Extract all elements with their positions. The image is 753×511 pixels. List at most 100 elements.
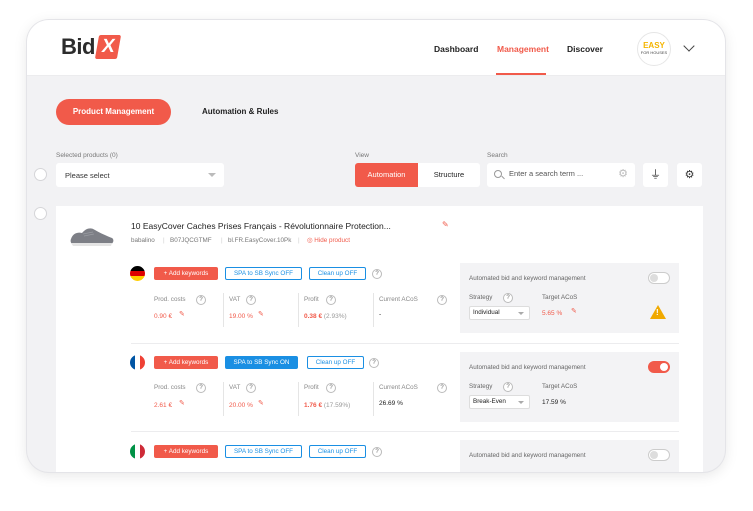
- app-window: Bid X Dashboard Management Discover EASY …: [27, 20, 725, 472]
- edit-pencil-icon[interactable]: ✎: [179, 399, 185, 407]
- filter-button[interactable]: ⏚: [643, 163, 668, 187]
- logo-mark: X: [94, 35, 122, 59]
- view-label: View: [355, 152, 369, 159]
- help-icon[interactable]: ?: [372, 269, 382, 279]
- bidx-logo[interactable]: Bid X: [61, 34, 122, 60]
- profit-percent: (17.59%): [323, 402, 351, 409]
- current-acos-value: 26.69 %: [379, 400, 403, 407]
- select-all-radio[interactable]: [34, 168, 47, 181]
- spa-sync-toggle[interactable]: SPA to SB Sync ON: [225, 356, 298, 369]
- divider: [223, 382, 224, 416]
- settings-button[interactable]: ⚙: [677, 163, 702, 187]
- profit-label: Profit: [304, 384, 319, 391]
- help-icon[interactable]: ?: [246, 295, 256, 305]
- profit-value: 0.38 € (2.93%): [304, 313, 347, 320]
- current-acos-label: Current ACoS: [379, 384, 418, 391]
- add-keywords-button[interactable]: + Add keywords: [154, 356, 218, 369]
- edit-pencil-icon[interactable]: ✎: [258, 310, 264, 318]
- search-box: ⚙: [487, 163, 635, 187]
- account-avatar[interactable]: EASY FOR HOUSES: [637, 32, 671, 66]
- product-title[interactable]: 10 EasyCover Caches Prises Français - Ré…: [131, 221, 391, 231]
- product-select-radio[interactable]: [34, 207, 47, 220]
- edit-pencil-icon[interactable]: ✎: [571, 307, 577, 315]
- chevron-down-icon[interactable]: [683, 40, 695, 52]
- profit-label: Profit: [304, 296, 319, 303]
- strategy-select[interactable]: Break-Even: [469, 395, 530, 409]
- nav-management[interactable]: Management: [497, 44, 549, 54]
- profit-percent: (2.93%): [323, 313, 347, 320]
- spa-sync-toggle[interactable]: SPA to SB Sync OFF: [225, 445, 302, 458]
- help-icon[interactable]: ?: [326, 383, 336, 393]
- view-structure-button[interactable]: Structure: [418, 163, 480, 187]
- vat-value[interactable]: 20.00 %: [229, 402, 253, 409]
- help-icon[interactable]: ?: [369, 358, 379, 368]
- tab-product-management[interactable]: Product Management: [56, 99, 171, 125]
- automated-toggle[interactable]: [648, 449, 670, 461]
- divider: [298, 382, 299, 416]
- product-image: [70, 228, 114, 246]
- spa-sync-toggle[interactable]: SPA to SB Sync OFF: [225, 267, 302, 280]
- strategy-select[interactable]: Individual: [469, 306, 530, 320]
- help-icon[interactable]: ?: [246, 383, 256, 393]
- automated-toggle[interactable]: [648, 272, 670, 284]
- flag-it-icon: [130, 444, 145, 459]
- prod-costs-value[interactable]: 0.90 €: [154, 313, 172, 320]
- vat-label: VAT: [229, 384, 241, 391]
- help-icon[interactable]: ?: [437, 383, 447, 393]
- meta-divider: |: [298, 237, 300, 244]
- logo-text: Bid: [61, 34, 95, 59]
- warning-icon: !: [650, 305, 666, 319]
- hide-product-link[interactable]: ◎ Hide product: [307, 237, 350, 244]
- clean-up-toggle[interactable]: Clean up OFF: [309, 445, 366, 458]
- clean-up-toggle[interactable]: Clean up OFF: [307, 356, 364, 369]
- row-divider: [131, 343, 679, 344]
- help-icon[interactable]: ?: [503, 293, 513, 303]
- vat-label: VAT: [229, 296, 241, 303]
- top-navigation-bar: Bid X Dashboard Management Discover EASY …: [27, 20, 725, 76]
- edit-pencil-icon[interactable]: ✎: [442, 220, 449, 229]
- current-acos-value: -: [379, 311, 382, 318]
- profit-amount: 0.38 €: [304, 313, 323, 320]
- hide-product-label: Hide product: [314, 237, 350, 244]
- automated-label: Automated bid and keyword management: [469, 275, 586, 282]
- divider: [223, 293, 224, 327]
- help-icon[interactable]: ?: [503, 382, 513, 392]
- gear-icon: ⚙: [684, 169, 695, 181]
- help-icon[interactable]: ?: [437, 295, 447, 305]
- edit-pencil-icon[interactable]: ✎: [179, 310, 185, 318]
- selected-products-label: Selected products (0): [56, 152, 118, 159]
- divider: [373, 382, 374, 416]
- add-keywords-button[interactable]: + Add keywords: [154, 267, 218, 280]
- nav-active-indicator: [496, 73, 546, 75]
- strategy-label: Strategy: [469, 294, 493, 301]
- view-automation-button[interactable]: Automation: [355, 163, 418, 187]
- profit-value: 1.76 € (17.59%): [304, 402, 350, 409]
- help-icon[interactable]: ?: [196, 383, 206, 393]
- tab-automation-rules[interactable]: Automation & Rules: [202, 107, 278, 116]
- product-brand: babalino: [131, 237, 155, 244]
- automated-toggle[interactable]: [648, 361, 670, 373]
- product-select[interactable]: Please select: [56, 163, 224, 187]
- product-sku: bl.FR.EasyCover.10Pk: [228, 237, 292, 244]
- help-icon[interactable]: ?: [196, 295, 206, 305]
- target-acos-value[interactable]: 5.65 %: [542, 310, 562, 317]
- prod-costs-value[interactable]: 2.61 €: [154, 402, 172, 409]
- automation-panel: Automated bid and keyword management Str…: [460, 263, 679, 333]
- search-input[interactable]: [509, 169, 609, 178]
- edit-pencil-icon[interactable]: ✎: [258, 399, 264, 407]
- vat-value[interactable]: 19.00 %: [229, 313, 253, 320]
- flag-fr-icon: [130, 355, 145, 370]
- nav-discover[interactable]: Discover: [567, 44, 603, 54]
- add-keywords-button[interactable]: + Add keywords: [154, 445, 218, 458]
- row-divider: [131, 431, 679, 432]
- gear-icon[interactable]: ⚙: [618, 169, 628, 180]
- nav-dashboard[interactable]: Dashboard: [434, 44, 478, 54]
- dropdown-arrow-icon: [208, 173, 216, 177]
- clean-up-toggle[interactable]: Clean up OFF: [309, 267, 366, 280]
- search-icon: [494, 170, 502, 178]
- help-icon[interactable]: ?: [326, 295, 336, 305]
- profit-amount: 1.76 €: [304, 402, 323, 409]
- divider: [373, 293, 374, 327]
- avatar-logo-text: EASY: [643, 41, 665, 50]
- help-icon[interactable]: ?: [372, 447, 382, 457]
